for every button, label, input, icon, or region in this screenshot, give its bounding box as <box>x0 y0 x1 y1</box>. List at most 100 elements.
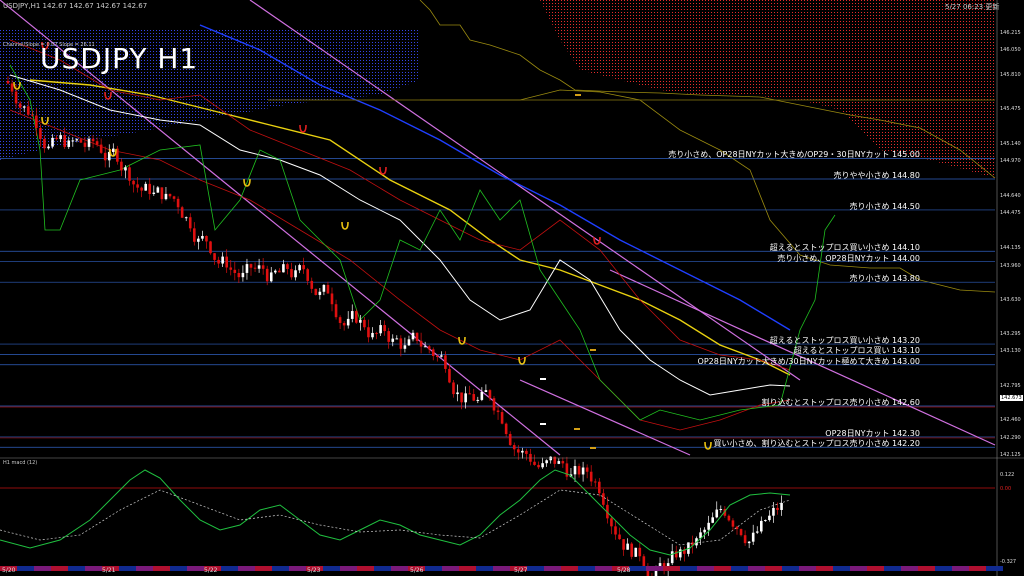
candle-body <box>593 481 597 483</box>
price-tick: 145.475 <box>1000 106 1021 113</box>
session-segment <box>340 566 357 571</box>
candle-body <box>322 284 326 292</box>
level-annotation: 割り込むとストップロス売り小さめ 142.60 <box>761 397 920 407</box>
candle-body <box>294 270 297 278</box>
price-tick: 145.810 <box>1000 71 1021 78</box>
candle-body <box>99 144 103 153</box>
session-segment <box>765 566 782 571</box>
candle-body <box>205 235 208 242</box>
candle-body <box>257 265 261 269</box>
price-tick: 146.215 <box>1000 30 1021 36</box>
candle-body <box>168 193 172 197</box>
price-tick: 145.140 <box>1000 140 1021 147</box>
date-strip <box>0 566 1003 571</box>
box-label <box>574 428 580 430</box>
price-tick: 142.125 <box>1000 452 1021 458</box>
box-label <box>590 349 596 351</box>
candle-body <box>383 325 386 332</box>
session-segment <box>493 566 510 571</box>
price-tick: 142.290 <box>1000 434 1021 441</box>
candle-body <box>318 291 322 295</box>
level-annotation: 売り小さめ、OP28日NYカット 144.00 <box>777 253 920 263</box>
session-segment <box>646 566 663 571</box>
candle-body <box>51 137 54 147</box>
candle-body <box>638 547 642 557</box>
candle-body <box>197 238 200 242</box>
candle-body <box>184 217 188 219</box>
candle-body <box>492 398 496 411</box>
candle-body <box>172 196 176 199</box>
candle-body <box>87 138 91 147</box>
candle-body <box>75 139 79 141</box>
candle-body <box>436 356 439 358</box>
candle-body <box>448 368 451 383</box>
candle-body <box>59 135 62 140</box>
candle-body <box>83 142 87 147</box>
candle-body <box>622 539 625 550</box>
candle-body <box>670 551 674 564</box>
candle-body <box>768 515 771 521</box>
candle-body <box>229 267 233 270</box>
candle-body <box>6 80 10 84</box>
session-segment <box>323 566 340 571</box>
candle-body <box>411 332 415 340</box>
level-annotation: 売り小さめ、OP28日NYカット大きめ/OP29・30日NYカット 145.00 <box>668 150 920 160</box>
candle-body <box>719 509 723 511</box>
candle-body <box>776 507 779 510</box>
candle-body <box>306 269 309 281</box>
candle-body <box>217 259 220 264</box>
candle-body <box>711 517 714 523</box>
candle-body <box>525 450 528 454</box>
candle-body <box>282 264 285 273</box>
session-segment <box>238 566 255 571</box>
candle-body <box>43 138 46 149</box>
candle-body <box>326 284 330 294</box>
candle-body <box>140 187 143 191</box>
price-tick: 144.135 <box>1000 244 1021 251</box>
candle-body <box>79 139 83 143</box>
date-tick: 5/22 <box>204 567 218 574</box>
price-tick: 146.050 <box>1000 47 1021 54</box>
session-segment <box>153 566 170 571</box>
candle-body <box>371 332 374 338</box>
candle-body <box>290 268 293 278</box>
candle-body <box>780 503 783 510</box>
candle-body <box>363 319 366 328</box>
session-segment <box>884 566 901 571</box>
candle-body <box>55 137 58 140</box>
candle-body <box>14 91 18 104</box>
price-chart[interactable] <box>0 0 1024 576</box>
candle-body <box>26 106 30 115</box>
candle-body <box>221 256 224 264</box>
candle-body <box>188 217 192 229</box>
candle-body <box>375 332 378 334</box>
candle-body <box>557 461 561 464</box>
session-segment <box>816 566 833 571</box>
candle-body <box>201 235 204 239</box>
candle-body <box>330 293 334 305</box>
price-tick: 142.795 <box>1000 382 1021 389</box>
candle-body <box>213 253 216 260</box>
session-segment <box>17 566 34 571</box>
session-segment <box>629 566 646 571</box>
session-segment <box>714 566 731 571</box>
candle-body <box>581 467 585 475</box>
candle-body <box>618 534 621 540</box>
candle-body <box>10 83 14 92</box>
chart-window[interactable]: USDJPY,H1 142.67 142.67 142.67 142.67 5/… <box>0 0 1024 576</box>
candle-body <box>464 393 467 403</box>
candle-body <box>249 264 253 268</box>
candle-body <box>403 345 407 349</box>
candle-body <box>480 392 484 400</box>
candle-body <box>148 183 152 194</box>
price-tick: 144.475 <box>1000 209 1021 216</box>
candle-body <box>91 138 95 142</box>
session-segment <box>663 566 680 571</box>
candle-body <box>350 311 354 319</box>
candle-body <box>399 338 403 349</box>
price-tick: 143.295 <box>1000 331 1021 338</box>
candle-body <box>760 520 763 532</box>
candle-body <box>440 355 443 357</box>
candle-body <box>573 466 577 475</box>
session-segment <box>289 566 306 571</box>
